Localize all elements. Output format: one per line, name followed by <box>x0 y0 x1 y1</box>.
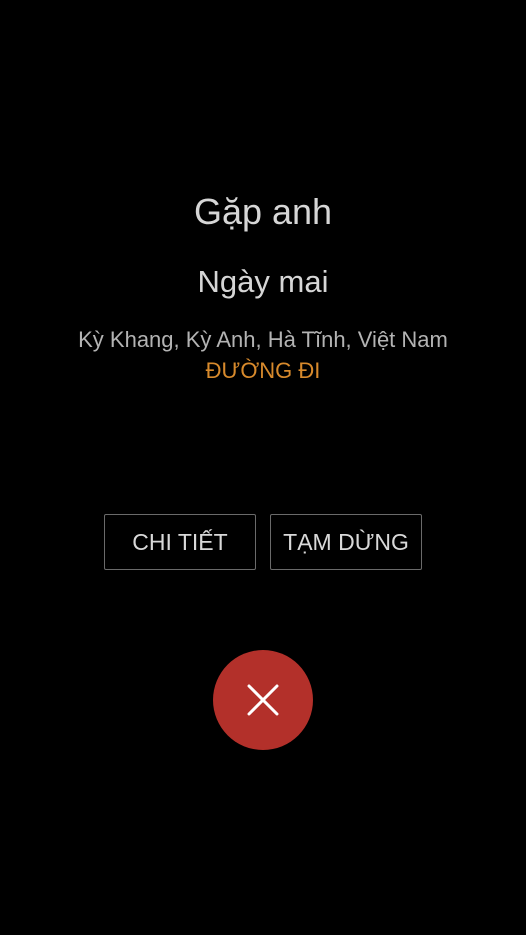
close-icon <box>247 684 279 716</box>
event-location: Kỳ Khang, Kỳ Anh, Hà Tĩnh, Việt Nam <box>78 327 448 352</box>
event-title: Gặp anh <box>193 191 333 232</box>
event-time: Ngày mai <box>197 264 329 299</box>
directions-link[interactable]: ĐƯỜNG ĐI <box>0 357 526 385</box>
dismiss-button[interactable] <box>213 650 313 750</box>
details-button[interactable]: CHI TIẾT <box>104 514 256 570</box>
snooze-button[interactable]: TẠM DỪNG <box>270 514 422 570</box>
